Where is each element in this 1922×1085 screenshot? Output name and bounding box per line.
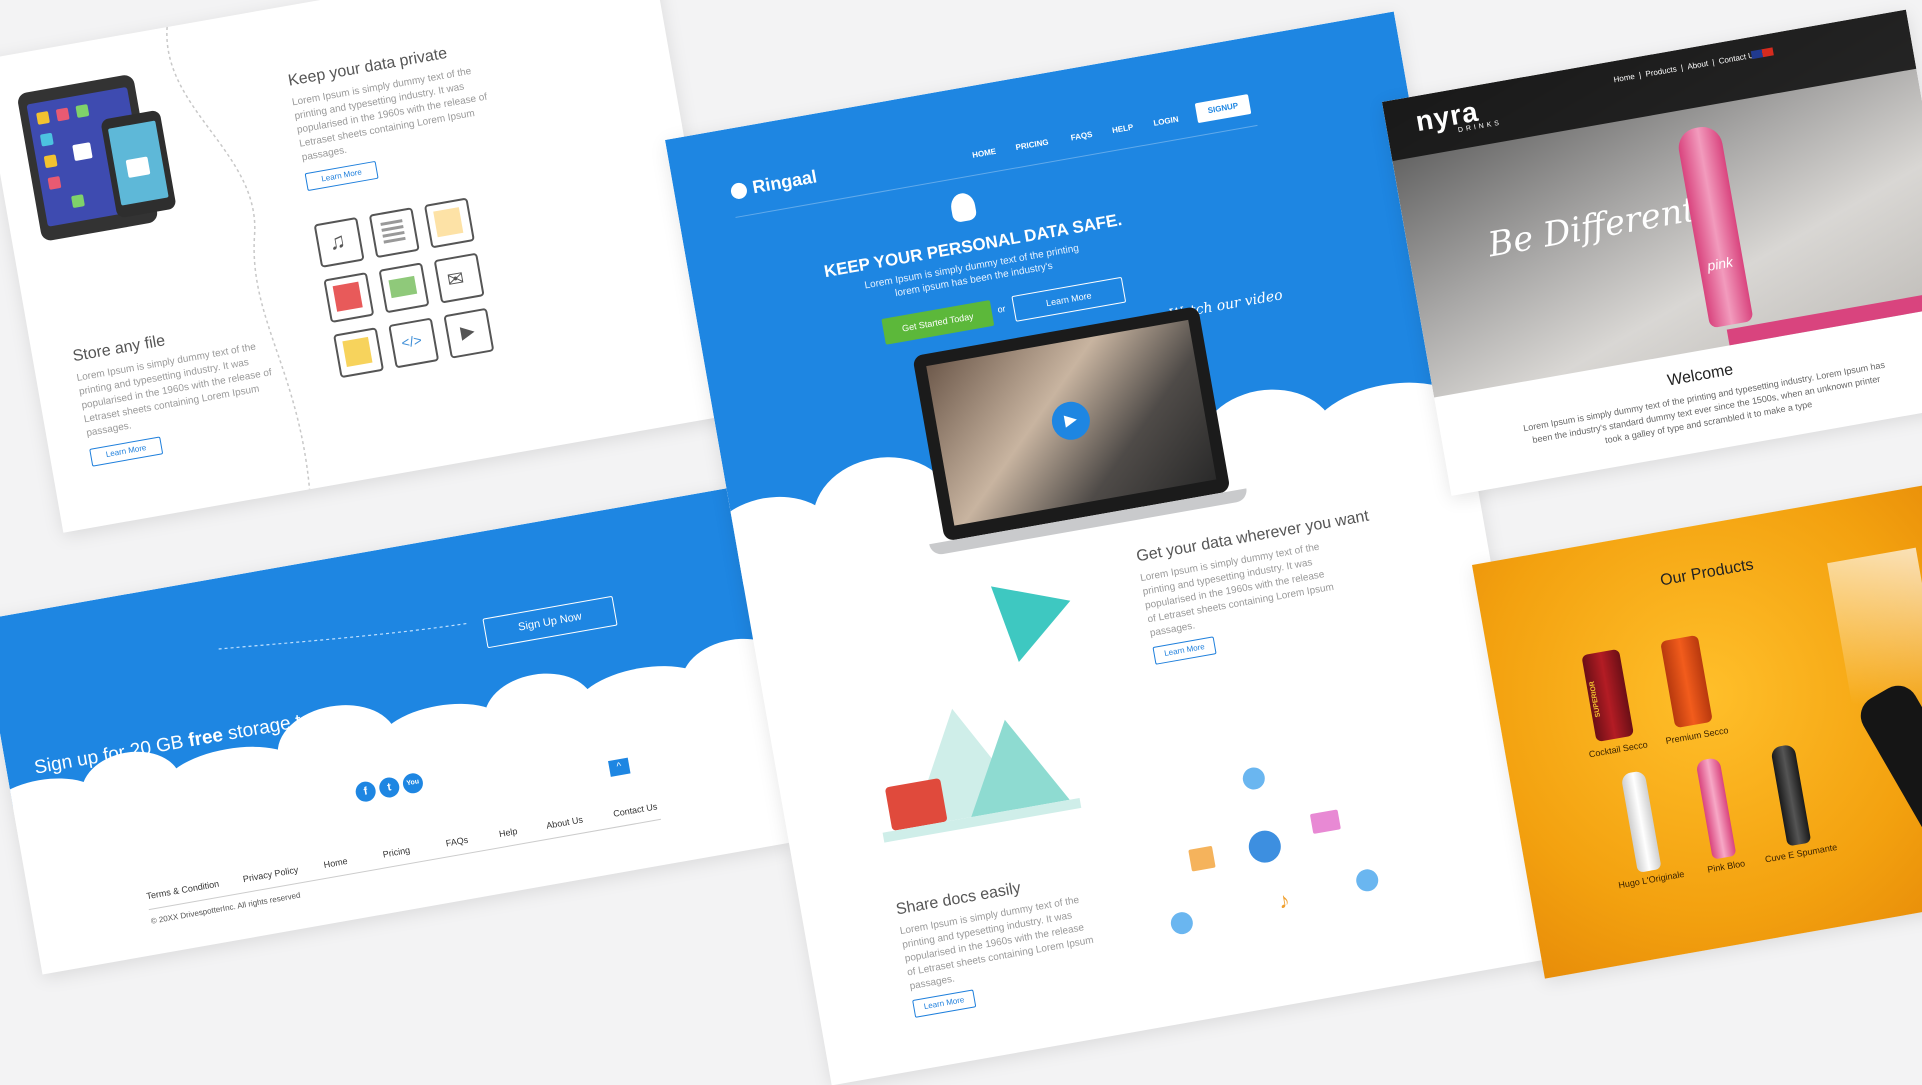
mountain-truck-illustration bbox=[862, 680, 1082, 843]
notebook-icon bbox=[323, 272, 375, 324]
or-text: or bbox=[996, 303, 1007, 315]
footer-link-faqs[interactable]: FAQs bbox=[445, 835, 469, 849]
photo-icon bbox=[1188, 845, 1216, 872]
twitter-icon[interactable]: t bbox=[377, 775, 401, 800]
mail-icon: ✉ bbox=[433, 252, 485, 304]
lock-icon bbox=[72, 142, 93, 162]
footer-link-contact[interactable]: Contact Us bbox=[612, 801, 658, 819]
footer-link-privacy[interactable]: Privacy Policy bbox=[242, 865, 299, 885]
section1-learn-more-button[interactable]: Learn More bbox=[1152, 636, 1217, 665]
pink-bloo-bottle[interactable] bbox=[1695, 757, 1737, 860]
facebook-icon[interactable]: f bbox=[354, 780, 378, 804]
tablet-illustration bbox=[16, 68, 192, 252]
footer-link-about[interactable]: About Us bbox=[545, 814, 583, 830]
footer-link-home[interactable]: Home bbox=[323, 856, 348, 870]
sharing-network-illustration: ♪ bbox=[1147, 748, 1393, 954]
user-icon bbox=[1241, 765, 1267, 792]
scroll-top-button[interactable]: ^ bbox=[608, 757, 631, 777]
cuve-bottle[interactable] bbox=[1770, 743, 1812, 847]
music-icon: ♫ bbox=[313, 216, 365, 268]
sticky-note-icon bbox=[333, 327, 385, 379]
youtube-icon[interactable]: You bbox=[401, 771, 425, 795]
products-section: Our Products SUPERIOR Cocktail Secco Pre… bbox=[1472, 474, 1922, 979]
robot-logo-icon bbox=[729, 181, 749, 201]
premium-secco-can[interactable] bbox=[1660, 634, 1713, 729]
music-note-icon: ♪ bbox=[1276, 887, 1292, 914]
pen-tablet-icon bbox=[423, 197, 475, 249]
image-icon bbox=[378, 262, 430, 314]
paper-plane-illustration bbox=[965, 555, 1071, 663]
folder-icon bbox=[1309, 809, 1341, 834]
nyra-drinks-page: nyra DRINKS Home | Products | About | Co… bbox=[1382, 9, 1922, 496]
footer-link-help[interactable]: Help bbox=[498, 826, 518, 839]
footer-divider bbox=[148, 818, 662, 911]
user-icon bbox=[1246, 828, 1284, 866]
user-icon bbox=[1354, 867, 1380, 894]
cocktail-secco-can[interactable] bbox=[1581, 648, 1635, 743]
product-label: Premium Secco bbox=[1664, 725, 1730, 746]
features-panel: Keep your data private Lorem Ipsum is si… bbox=[0, 0, 734, 533]
hugo-bottle[interactable] bbox=[1620, 770, 1662, 873]
document-icon bbox=[368, 207, 420, 259]
code-icon: </> bbox=[388, 317, 440, 369]
file-icons-grid: ♫ ✉ </> ▶ bbox=[313, 193, 519, 382]
signup-footer-panel: Sign Up Now Sign up for 20 GB free stora… bbox=[0, 488, 791, 975]
user-icon bbox=[1169, 910, 1195, 936]
section2-learn-more-button[interactable]: Learn More bbox=[912, 989, 977, 1018]
footer-link-pricing[interactable]: Pricing bbox=[382, 845, 411, 860]
video-icon: ▶ bbox=[443, 307, 495, 359]
